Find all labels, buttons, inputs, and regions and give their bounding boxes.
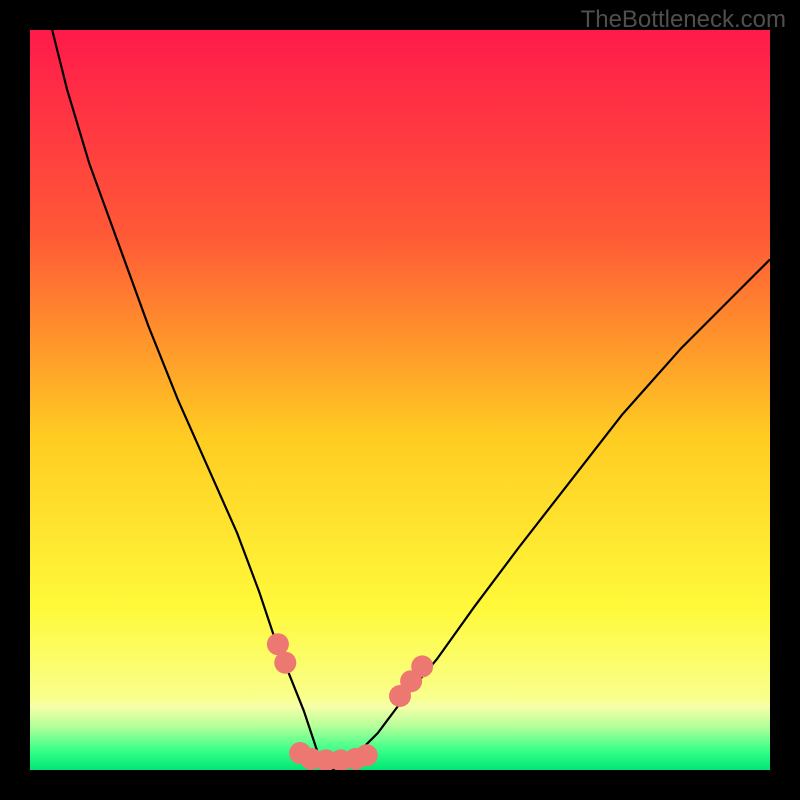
- highlight-markers: [267, 633, 433, 770]
- plot-area: [30, 30, 770, 770]
- curve-layer: [30, 30, 770, 770]
- marker-point: [274, 652, 296, 674]
- marker-point: [411, 655, 433, 677]
- marker-point: [356, 744, 378, 766]
- watermark-text: TheBottleneck.com: [581, 6, 786, 34]
- chart-frame: TheBottleneck.com: [0, 0, 800, 800]
- bottleneck-curve: [52, 30, 770, 770]
